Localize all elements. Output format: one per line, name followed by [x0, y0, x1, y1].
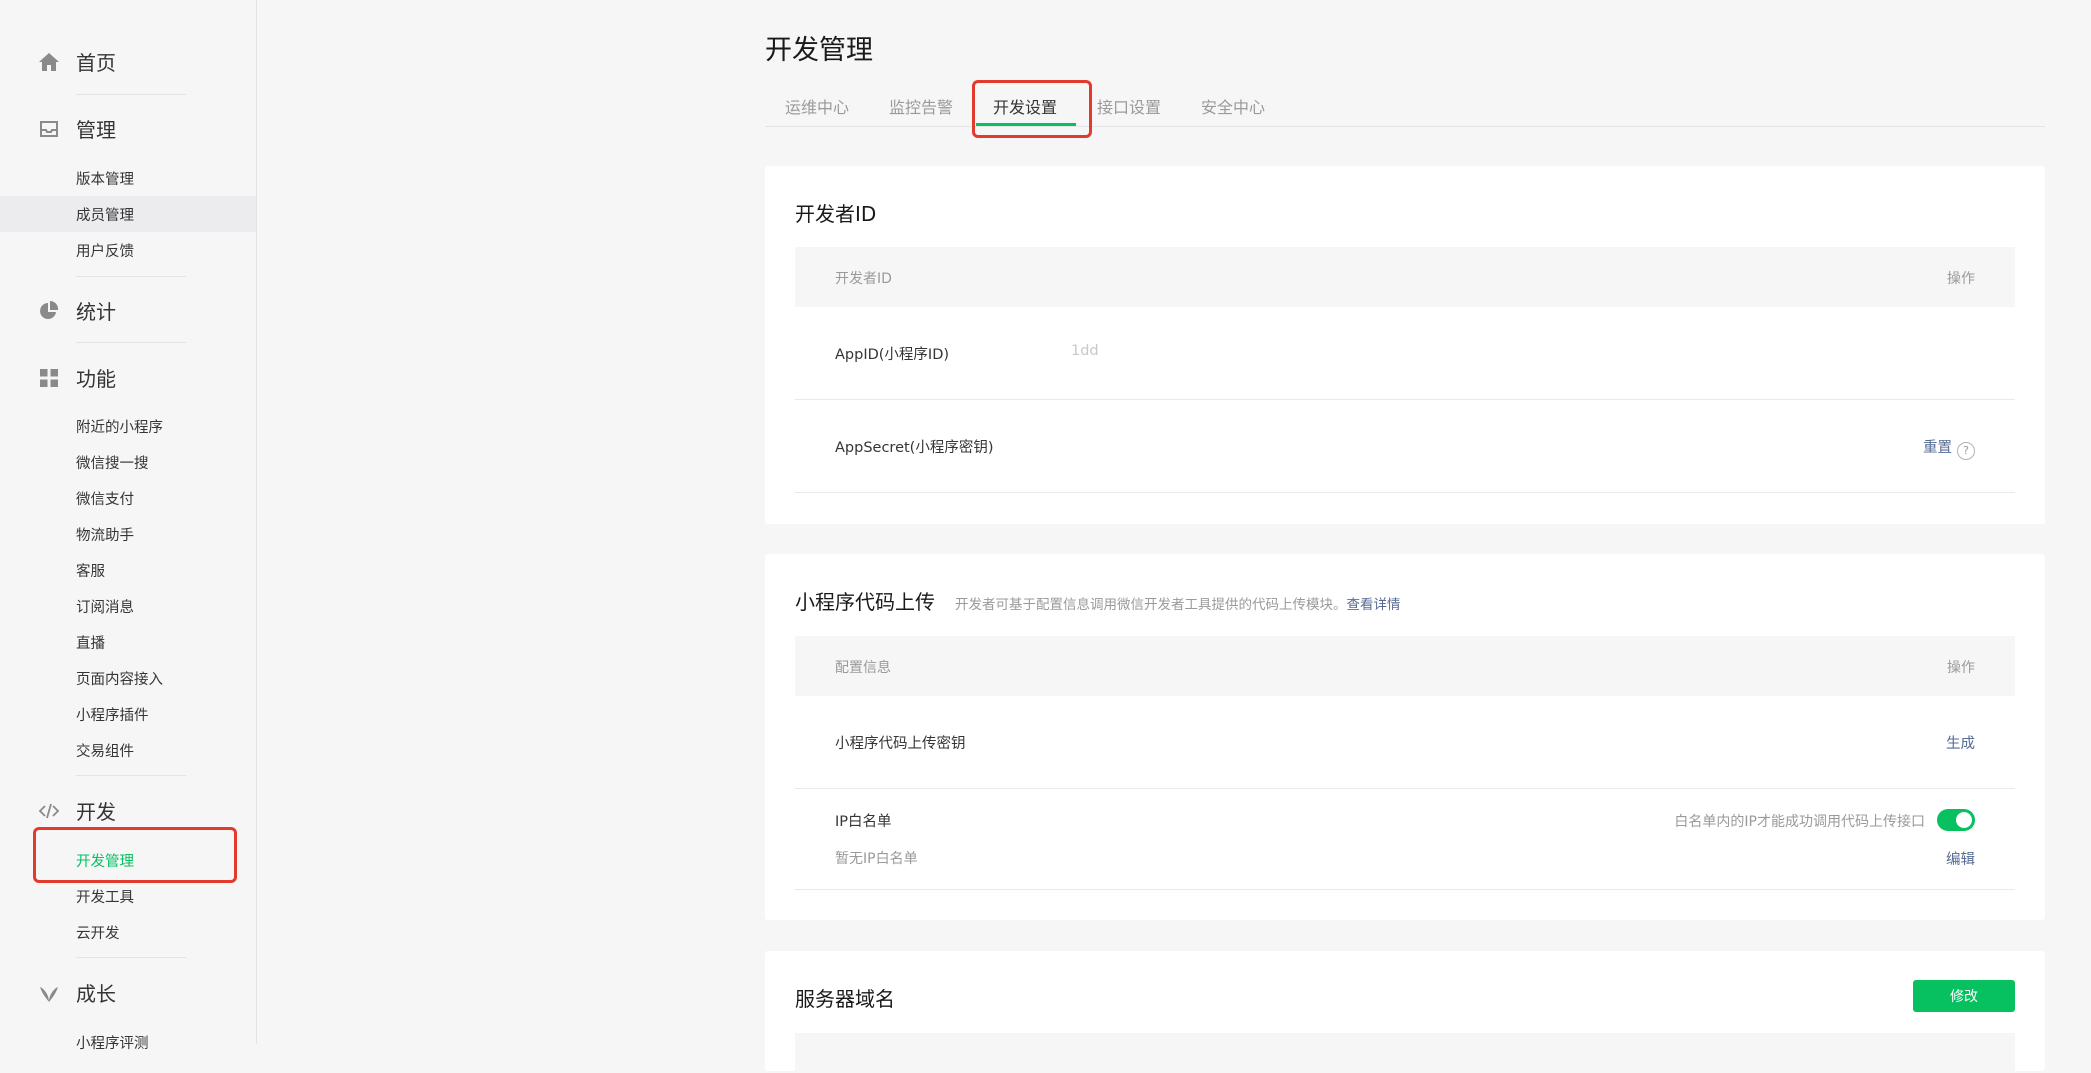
sidebar-item-subscribe[interactable]: 订阅消息	[0, 588, 256, 624]
sidebar-item-label: 云开发	[76, 925, 120, 942]
server-domain-card: 服务器域名 修改	[765, 951, 2045, 1073]
table-row: AppID(小程序ID) 1dd	[795, 307, 2015, 400]
nav-stats-label: 统计	[76, 299, 116, 324]
nav-dev-label: 开发	[76, 799, 116, 824]
sidebar-item-label: 用户反馈	[76, 243, 134, 260]
ip-whitelist-empty: 暂无IP白名单	[835, 851, 918, 867]
nav-manage[interactable]: 管理	[0, 108, 256, 148]
sidebar-item-version[interactable]: 版本管理	[0, 160, 256, 196]
reset-label: 重置	[1923, 440, 1952, 456]
generate-link[interactable]: 生成	[1946, 732, 1975, 753]
sidebar-item-label: 开发工具	[76, 889, 134, 906]
ip-whitelist-toggle[interactable]	[1937, 809, 1975, 831]
nav-home-label: 首页	[76, 50, 116, 75]
tab-bar: 运维中心 监控告警 开发设置 接口设置 安全中心	[765, 86, 2045, 127]
divider	[76, 94, 186, 95]
sidebar-item-label: 微信搜一搜	[76, 455, 149, 472]
code-icon	[38, 803, 60, 819]
sidebar-item-search[interactable]: 微信搜一搜	[0, 444, 256, 480]
nav-dev[interactable]: 开发	[0, 790, 256, 830]
divider	[76, 775, 186, 776]
card-title: 开发者ID	[795, 202, 877, 226]
table-header: 配置信息 操作	[795, 636, 2015, 696]
card-title: 小程序代码上传	[795, 590, 935, 614]
description-text: 开发者可基于配置信息调用微信开发者工具提供的代码上传模块。	[955, 597, 1347, 613]
nav-manage-label: 管理	[76, 117, 116, 142]
tab-monitor[interactable]: 监控告警	[889, 94, 953, 118]
sidebar-item-live[interactable]: 直播	[0, 624, 256, 660]
sidebar-item-cloud[interactable]: 云开发	[0, 914, 256, 950]
sidebar-item-label: 交易组件	[76, 743, 134, 760]
table-row: AppSecret(小程序密钥) 重置?	[795, 400, 2015, 493]
sidebar-item-members[interactable]: 成员管理	[0, 196, 256, 232]
ip-whitelist-description: 白名单内的IP才能成功调用代码上传接口	[1674, 814, 1925, 830]
reset-link[interactable]: 重置?	[1923, 436, 1975, 460]
sidebar-item-trade[interactable]: 交易组件	[0, 732, 256, 768]
column-header: 操作	[1947, 271, 1975, 287]
view-details-link[interactable]: 查看详情	[1347, 597, 1401, 613]
appid-label: AppID(小程序ID)	[835, 347, 950, 363]
sidebar-item-label: 版本管理	[76, 171, 134, 188]
leaf-icon	[40, 987, 58, 1002]
tab-api-settings[interactable]: 接口设置	[1097, 94, 1161, 118]
modify-button[interactable]: 修改	[1913, 980, 2015, 1012]
table-header	[795, 1033, 2015, 1073]
table-header: 开发者ID 操作	[795, 247, 2015, 307]
annotation-highlight-box	[972, 80, 1092, 138]
sidebar-item-label: 微信支付	[76, 491, 134, 508]
nav-growth[interactable]: 成长	[0, 972, 256, 1012]
annotation-highlight-box	[33, 827, 237, 883]
tab-security[interactable]: 安全中心	[1201, 94, 1265, 118]
column-header: 操作	[1947, 660, 1975, 676]
inbox-icon	[40, 121, 58, 137]
edit-link[interactable]: 编辑	[1946, 848, 1975, 869]
nav-features[interactable]: 功能	[0, 357, 256, 397]
tab-ops[interactable]: 运维中心	[785, 94, 849, 118]
secret-label: AppSecret(小程序密钥)	[835, 440, 994, 456]
nav-features-label: 功能	[76, 366, 116, 391]
divider	[76, 342, 186, 343]
sidebar-item-logistics[interactable]: 物流助手	[0, 516, 256, 552]
upload-key-label: 小程序代码上传密钥	[835, 736, 966, 752]
card-description: 开发者可基于配置信息调用微信开发者工具提供的代码上传模块。查看详情	[955, 593, 1401, 613]
sidebar-item-evaluation[interactable]: 小程序评测	[0, 1024, 256, 1060]
sidebar-item-label: 小程序评测	[76, 1035, 149, 1052]
table-row: 小程序代码上传密钥 生成	[795, 696, 2015, 789]
page-title: 开发管理	[765, 35, 873, 66]
nav-growth-label: 成长	[76, 981, 116, 1006]
sidebar-item-service[interactable]: 客服	[0, 552, 256, 588]
sidebar-item-label: 页面内容接入	[76, 671, 163, 688]
sidebar-item-content[interactable]: 页面内容接入	[0, 660, 256, 696]
divider	[76, 276, 186, 277]
sidebar: 首页 管理 版本管理 成员管理 用户反馈 统计 功能 附近的小程序 微信搜一搜 …	[0, 0, 257, 1052]
sidebar-item-label: 附近的小程序	[76, 419, 163, 436]
sidebar-item-label: 直播	[76, 635, 105, 652]
column-header: 开发者ID	[835, 271, 892, 287]
sidebar-item-label: 物流助手	[76, 527, 134, 544]
sidebar-item-label: 小程序插件	[76, 707, 149, 724]
sidebar-item-nearby[interactable]: 附近的小程序	[0, 408, 256, 444]
ip-whitelist-label: IP白名单	[835, 814, 892, 830]
grid-icon	[40, 369, 58, 387]
nav-stats[interactable]: 统计	[0, 290, 256, 330]
help-icon[interactable]: ?	[1957, 442, 1975, 460]
code-upload-card: 小程序代码上传 开发者可基于配置信息调用微信开发者工具提供的代码上传模块。查看详…	[765, 554, 2045, 920]
pie-chart-icon	[40, 300, 59, 319]
sidebar-item-pay[interactable]: 微信支付	[0, 480, 256, 516]
sidebar-item-label: 客服	[76, 563, 105, 580]
column-header: 配置信息	[835, 660, 891, 676]
sidebar-item-label: 成员管理	[76, 207, 134, 224]
table-row: IP白名单 白名单内的IP才能成功调用代码上传接口 暂无IP白名单 编辑	[795, 789, 2015, 890]
divider	[76, 957, 186, 958]
nav-home[interactable]: 首页	[0, 41, 256, 81]
sidebar-item-plugin[interactable]: 小程序插件	[0, 696, 256, 732]
home-icon	[39, 53, 59, 71]
developer-id-card: 开发者ID 开发者ID 操作 AppID(小程序ID) 1dd AppSecre…	[765, 166, 2045, 524]
appid-value: 1dd	[1071, 343, 1099, 359]
sidebar-item-dev-tools[interactable]: 开发工具	[0, 878, 256, 914]
sidebar-item-label: 订阅消息	[76, 599, 134, 616]
card-title: 服务器域名	[795, 987, 895, 1011]
sidebar-item-feedback[interactable]: 用户反馈	[0, 232, 256, 268]
